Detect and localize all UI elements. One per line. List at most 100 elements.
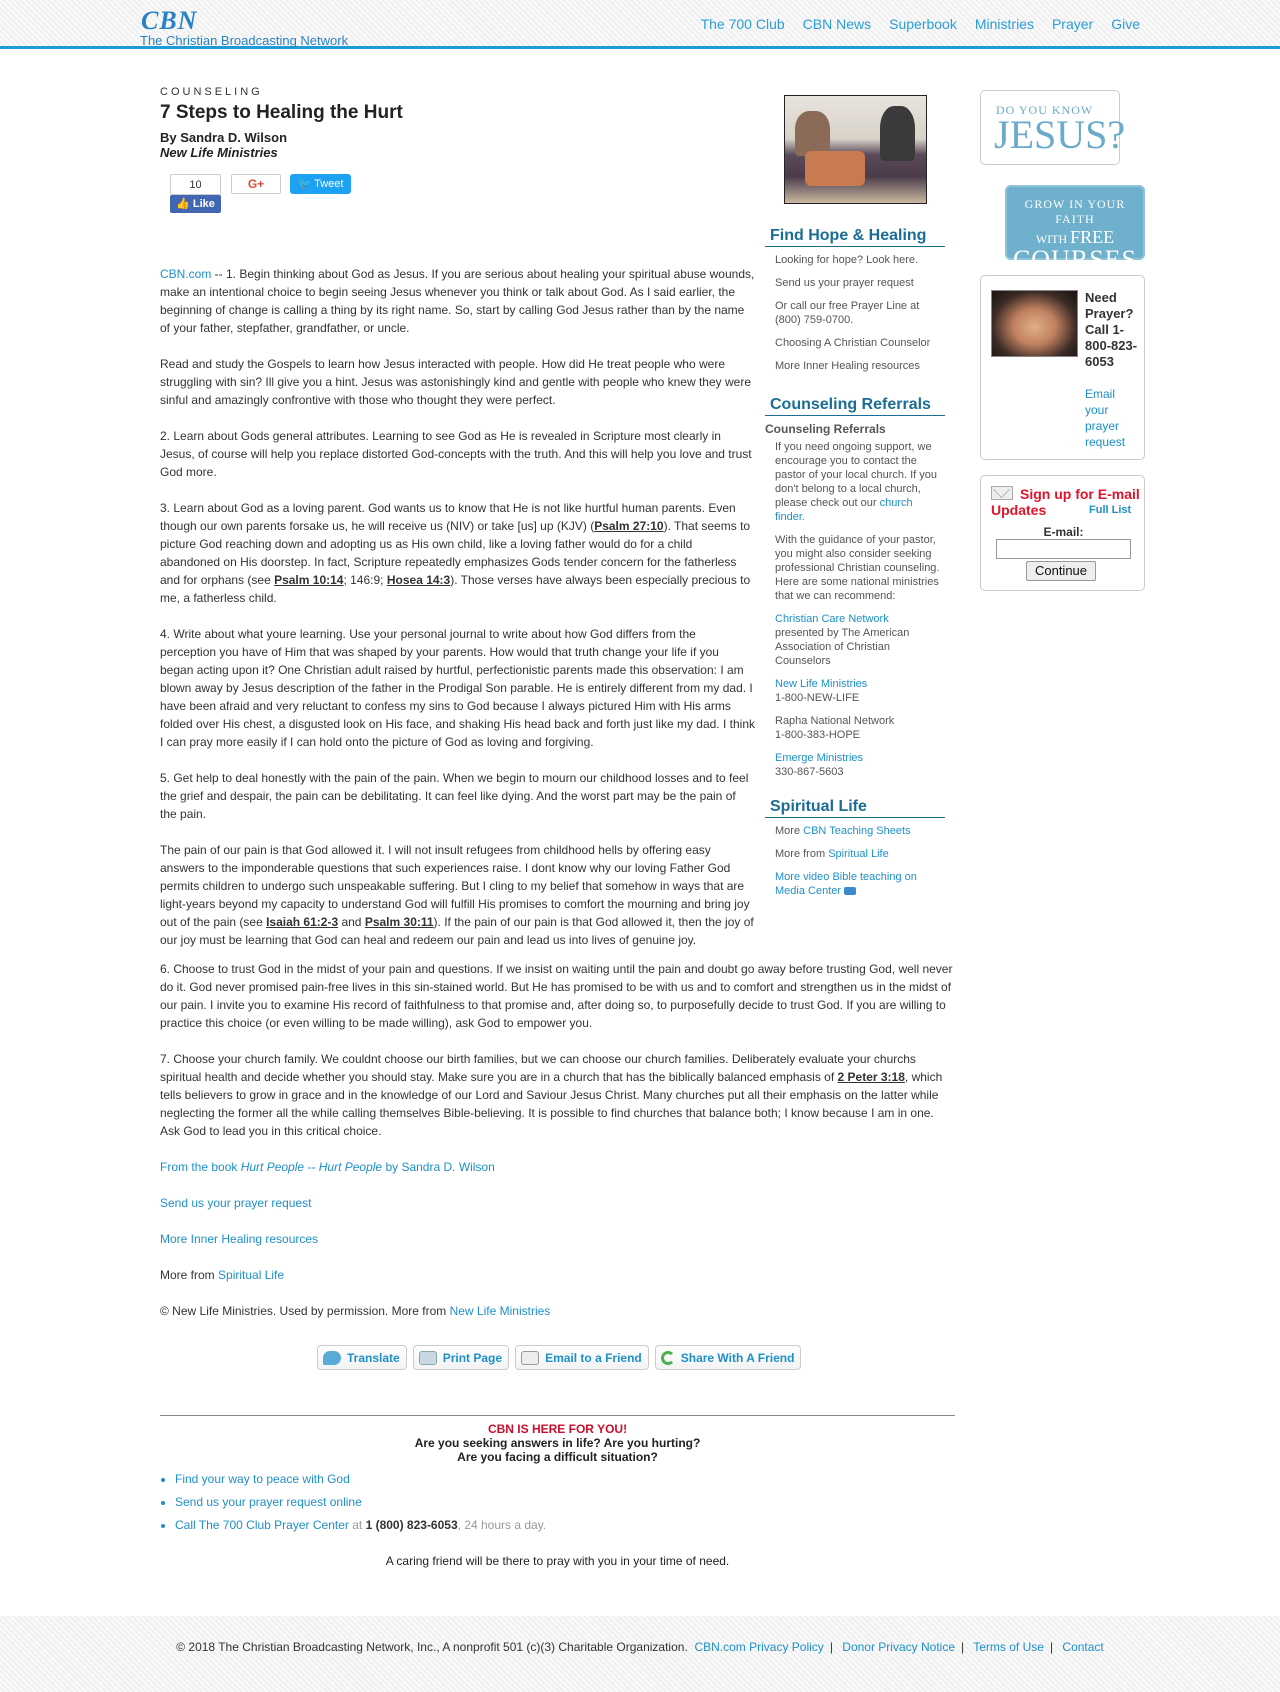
list-item: Call The 700 Club Prayer Center at 1 (80… [175,1514,546,1537]
google-plus-button[interactable]: G+ [231,174,281,194]
article-actions: Translate Print Page Email to a Friend S… [317,1345,802,1370]
scripture-link[interactable]: 2 Peter 3:18 [838,1070,905,1084]
help-question-2: Are you facing a difficult situation? [457,1450,658,1464]
nav-prayer[interactable]: Prayer [1052,16,1093,32]
email-label: E-mail: [1043,525,1084,539]
share-arrows-icon [660,1350,675,1365]
facebook-like-widget[interactable]: 10 👍 Like [170,174,221,213]
hope-heading: Find Hope & Healing [765,227,945,247]
contact-link[interactable]: Contact [1062,1640,1103,1654]
share-friend-button[interactable]: Share With A Friend [654,1345,802,1370]
paragraph-7: The pain of our pain is that God allowed… [160,843,754,947]
prayer-request-online-link[interactable]: Send us your prayer request online [175,1495,362,1509]
new-life-ministries-link[interactable]: New Life Ministries [775,678,867,690]
book-source-link[interactable]: From the book Hurt People -- Hurt People… [160,1158,955,1176]
paragraph-8: 6. Choose to trust God in the midst of y… [160,962,953,1030]
prayer-phone: 1 (800) 823-6053 [365,1518,458,1532]
hope-healing-panel: Find Hope & Healing Looking for hope? Lo… [765,227,945,382]
email-prayer-link[interactable]: Email your prayer request [1085,386,1141,450]
peace-with-god-link[interactable]: Find your way to peace with God [175,1472,350,1486]
author-org: New Life Ministries [160,145,278,160]
facebook-like-button[interactable]: 👍 Like [170,195,221,213]
privacy-policy-link[interactable]: CBN.com Privacy Policy [694,1640,823,1654]
rapha-entry: Rapha National Network 1-800-383-HOPE [775,715,895,741]
paragraph-4: 3. Learn about God as a loving parent. G… [160,501,751,605]
scripture-link[interactable]: Psalm 27:10 [594,519,663,533]
scripture-link[interactable]: Psalm 10:14 [274,573,343,587]
spiritual-life-panel: Spiritual Life More CBN Teaching Sheets … [765,798,945,907]
christian-care-network-link[interactable]: Christian Care Network [775,613,889,625]
nav-cbn-news[interactable]: CBN News [803,16,871,32]
christian-counselor-link[interactable]: Choosing A Christian Counselor [765,336,945,350]
site-header: CBN The Christian Broadcasting Network T… [0,0,1280,49]
spiritual-life-link[interactable]: Spiritual Life [828,848,889,860]
spiritual-life-link[interactable]: Spiritual Life [218,1268,284,1282]
paragraph-2: Read and study the Gospels to learn how … [160,357,751,407]
cbn-help-block: CBN IS HERE FOR YOU! Are you seeking ans… [160,1422,955,1464]
translate-button[interactable]: Translate [317,1345,407,1370]
nav-ministries[interactable]: Ministries [975,16,1034,32]
list-item: Find your way to peace with God [175,1468,546,1491]
divider [160,1415,955,1416]
full-list-link[interactable]: Full List [1089,504,1131,516]
scripture-link[interactable]: Hosea 14:3 [387,573,450,587]
prayer-line-text: Or call our free Prayer Line at (800) 75… [775,300,920,326]
more-from: More from Spiritual Life [160,1268,285,1282]
scripture-link[interactable]: Psalm 30:11 [365,915,434,929]
media-center-entry[interactable]: More video Bible teaching on Media Cente… [765,870,945,898]
nav-give[interactable]: Give [1111,16,1140,32]
email-input[interactable] [996,539,1131,559]
article-main: COUNSELING 7 Steps to Healing the Hurt B… [160,80,755,967]
caring-friend-text: A caring friend will be there to pray wi… [385,1554,730,1568]
facebook-like-count: 10 [170,174,221,195]
tweet-button[interactable]: 🐦 Tweet [290,174,351,194]
email-friend-button[interactable]: Email to a Friend [515,1345,649,1370]
new-life-ministries-link[interactable]: New Life Ministries [450,1304,551,1318]
scripture-link[interactable]: Isaiah 61:2-3 [266,915,338,929]
emerge-ministries-link[interactable]: Emerge Ministries [775,752,863,764]
prayer-center-link[interactable]: Call The 700 Club Prayer Center [175,1518,349,1532]
praying-hands-image [991,290,1078,357]
envelope-icon [521,1350,540,1365]
print-page-button[interactable]: Print Page [412,1345,510,1370]
referrals-subheading: Counseling Referrals [765,422,886,436]
nlm-entry: New Life Ministries 1-800-NEW-LIFE [775,678,868,704]
page-title: 7 Steps to Healing the Hurt [160,102,403,123]
teaching-sheets-link[interactable]: CBN Teaching Sheets [803,825,910,837]
site-tagline: The Christian Broadcasting Network [140,33,349,48]
paragraph-5: 4. Write about what youre learning. Use … [160,627,755,749]
nav-superbook[interactable]: Superbook [889,16,957,32]
need-prayer-text: Need Prayer? Call 1-800-823-6053 [1085,290,1138,369]
free-courses-banner[interactable]: GROW IN YOUR FAITH WITH FREE COURSES [1005,185,1145,273]
spiritual-more-entry: More from Spiritual Life [775,848,889,860]
footer-copyright: © 2018 The Christian Broadcasting Networ… [176,1640,688,1654]
do-you-know-jesus-banner[interactable]: DO YOU KNOW JESUS? [980,90,1125,165]
referrals-panel: Counseling Referrals Counseling Referral… [765,396,945,788]
help-question-1: Are you seeking answers in life? Are you… [414,1436,701,1450]
paragraph-1: CBN.com -- 1. Begin thinking about God a… [160,267,755,335]
author-byline: By Sandra D. Wilson [160,130,288,145]
social-share-bar: 10 👍 Like G+ 🐦 Tweet [160,168,755,228]
nav-700-club[interactable]: The 700 Club [701,16,785,32]
inner-healing-link[interactable]: More Inner Healing resources [160,1230,955,1248]
prayer-request-link[interactable]: Send us your prayer request [765,276,945,290]
terms-of-use-link[interactable]: Terms of Use [973,1640,1044,1654]
donor-privacy-link[interactable]: Donor Privacy Notice [842,1640,955,1654]
teaching-sheets-entry: More CBN Teaching Sheets [775,825,911,837]
copyright-note: © New Life Ministries. Used by permissio… [160,1304,551,1318]
referrals-heading: Counseling Referrals [765,396,945,416]
cbn-logo[interactable]: CBN [141,6,197,36]
prayer-request-link[interactable]: Send us your prayer request [160,1194,955,1212]
ccn-entry: Christian Care Network presented by The A… [775,613,910,667]
email-signup-box: Sign up for E-mail Updates Full List E-m… [980,475,1145,591]
video-camera-icon [844,887,857,896]
inner-healing-link[interactable]: More Inner Healing resources [765,359,945,373]
paragraph-6: 5. Get help to deal honestly with the pa… [160,771,749,821]
list-item: Send us your prayer request online [175,1491,546,1514]
continue-button[interactable]: Continue [1026,561,1096,581]
help-heading: CBN IS HERE FOR YOU! [487,1422,628,1436]
printer-icon [418,1350,437,1365]
footer-line: © 2018 The Christian Broadcasting Networ… [176,1640,1104,1654]
look-here-link[interactable]: Looking for hope? Look here. [765,253,945,267]
cbn-link[interactable]: CBN.com [160,267,211,281]
